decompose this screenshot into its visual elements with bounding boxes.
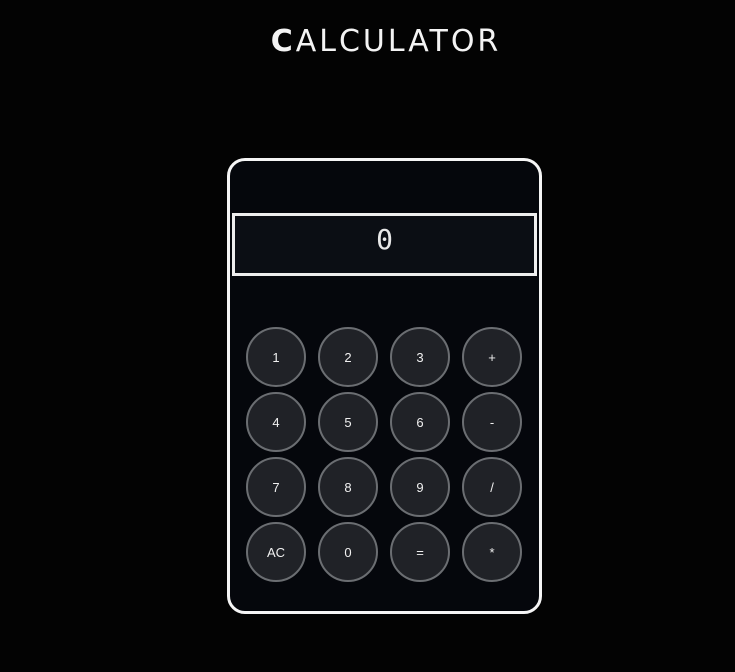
key-7-button[interactable]: 7 xyxy=(246,457,306,517)
key-clear-button[interactable]: AC xyxy=(246,522,306,582)
key-2-button[interactable]: 2 xyxy=(318,327,378,387)
key-1-button[interactable]: 1 xyxy=(246,327,306,387)
key-equals-button[interactable]: = xyxy=(390,522,450,582)
calculator-display: 0 xyxy=(232,213,537,276)
key-3-button[interactable]: 3 xyxy=(390,327,450,387)
display-value: 0 xyxy=(376,223,393,256)
key-multiply-button[interactable]: * xyxy=(462,522,522,582)
key-6-button[interactable]: 6 xyxy=(390,392,450,452)
key-minus-button[interactable]: - xyxy=(462,392,522,452)
app-title-rest: ALCULATOR xyxy=(295,24,502,59)
key-divide-button[interactable]: / xyxy=(462,457,522,517)
app-title-first-letter: C xyxy=(270,24,296,59)
key-plus-button[interactable]: + xyxy=(462,327,522,387)
calculator-body: 0 1 2 3 + 4 5 6 - 7 8 9 / AC 0 = * xyxy=(227,158,542,614)
key-8-button[interactable]: 8 xyxy=(318,457,378,517)
key-0-button[interactable]: 0 xyxy=(318,522,378,582)
key-5-button[interactable]: 5 xyxy=(318,392,378,452)
keypad: 1 2 3 + 4 5 6 - 7 8 9 / AC 0 = * xyxy=(246,327,526,582)
key-4-button[interactable]: 4 xyxy=(246,392,306,452)
app-title: CALCULATOR xyxy=(0,24,735,59)
key-9-button[interactable]: 9 xyxy=(390,457,450,517)
